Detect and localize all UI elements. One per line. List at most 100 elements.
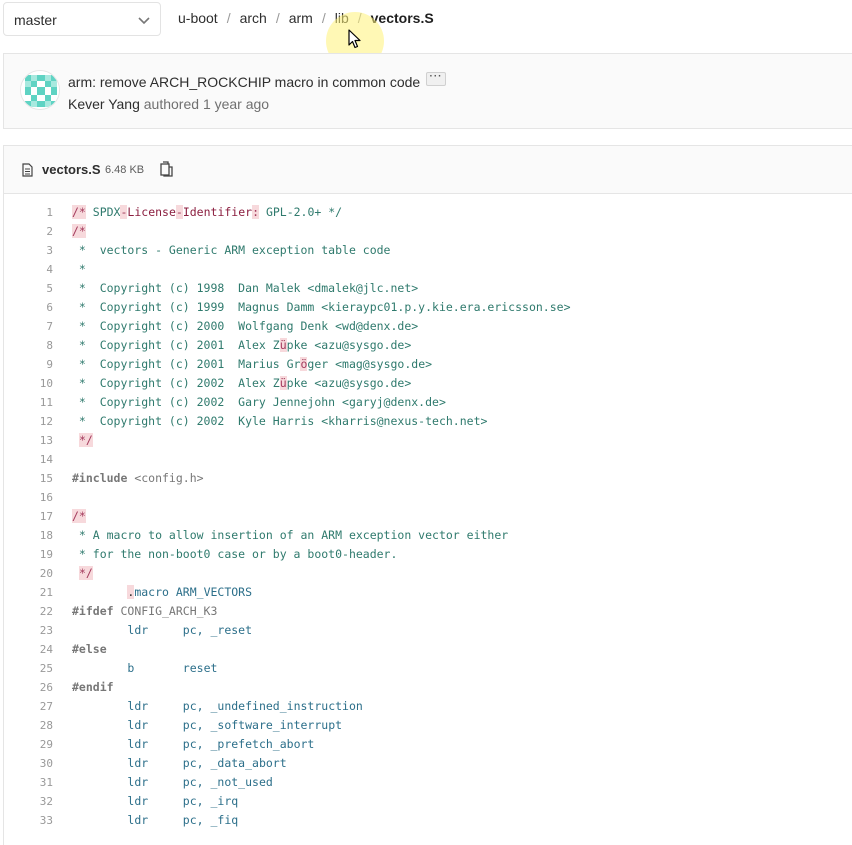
line-number[interactable]: 25 [4,659,53,678]
code-text: /* SPDX-License-Identifier: GPL-2.0+ */ [72,205,343,219]
breadcrumb-separator: / [321,10,326,26]
code-line: 26 #endif [4,678,852,697]
line-number[interactable]: 3 [4,241,53,260]
code-line: 15 #include <config.h> [4,469,852,488]
copy-icon[interactable] [160,161,173,177]
commit-title[interactable]: arm: remove ARCH_ROCKCHIP macro in commo… [68,74,420,90]
code-line: 31 ldr pc, _not_used [4,773,852,792]
line-number[interactable]: 17 [4,507,53,526]
code-line: 21 .macro ARM_VECTORS [4,583,852,602]
code-line: 14 [4,450,852,469]
line-number[interactable]: 10 [4,374,53,393]
breadcrumb-current-file: vectors.S [370,10,434,26]
line-number[interactable]: 28 [4,716,53,735]
commit-more-button[interactable]: ··· [426,72,446,86]
code-text: ldr pc, _software_interrupt [127,718,343,732]
code-text: * Copyright (c) 2001 Alex Züpke <azu@sys… [72,338,412,352]
code-text: * Copyright (c) 2002 Kyle Harris <kharri… [72,414,488,428]
line-number[interactable]: 9 [4,355,53,374]
code-line: 28 ldr pc, _software_interrupt [4,716,852,735]
line-number[interactable]: 31 [4,773,53,792]
cursor-icon [348,29,361,49]
code-line: 32 ldr pc, _irq [4,792,852,811]
code-text: * Copyright (c) 2002 Alex Züpke <azu@sys… [72,376,412,390]
code-text: * Copyright (c) 2001 Marius Gröger <mag@… [72,357,433,371]
code-line: 29 ldr pc, _prefetch_abort [4,735,852,754]
line-number[interactable]: 33 [4,811,53,830]
file-size: 6.48 KB [105,164,145,176]
line-number[interactable]: 18 [4,526,53,545]
branch-dropdown[interactable]: master [3,2,161,36]
code-line: 1 /* SPDX-License-Identifier: GPL-2.0+ */ [4,203,852,222]
code-line: 10 * Copyright (c) 2002 Alex Züpke <azu@… [4,374,852,393]
line-number[interactable]: 20 [4,564,53,583]
line-number[interactable]: 13 [4,431,53,450]
code-text: */ [78,433,93,447]
line-number[interactable]: 19 [4,545,53,564]
breadcrumb-separator: / [275,10,280,26]
line-number[interactable]: 30 [4,754,53,773]
file-name: vectors.S [42,162,101,177]
line-number[interactable]: 7 [4,317,53,336]
code-line: 9 * Copyright (c) 2001 Marius Gröger <ma… [4,355,852,374]
code-text: * Copyright (c) 1998 Dan Malek <dmalek@j… [72,281,419,295]
code-text: ldr pc, _prefetch_abort [127,737,315,751]
code-line: 11 * Copyright (c) 2002 Gary Jennejohn <… [4,393,852,412]
code-line: 13 */ [4,431,852,450]
line-number[interactable]: 27 [4,697,53,716]
code-text: * [72,262,86,276]
line-number[interactable]: 23 [4,621,53,640]
code-text: * A macro to allow insertion of an ARM e… [72,528,509,542]
code-line: 24 #else [4,640,852,659]
line-number[interactable]: 29 [4,735,53,754]
code-line: 4 * [4,260,852,279]
code-text: * Copyright (c) 1999 Magnus Damm <kieray… [72,300,571,314]
code-text: ldr pc, _reset [127,623,253,637]
breadcrumb-arch[interactable]: arch [240,10,267,26]
commit-author[interactable]: Kever Yang [68,96,140,112]
line-number[interactable]: 16 [4,488,53,507]
code-line: 3 * vectors - Generic ARM exception tabl… [4,241,852,260]
line-number[interactable]: 8 [4,336,53,355]
line-number[interactable]: 11 [4,393,53,412]
line-number[interactable]: 15 [4,469,53,488]
code-text: * for the non-boot0 case or by a boot0-h… [72,547,398,561]
code-text: .macro ARM_VECTORS [127,585,253,599]
breadcrumb-u-boot[interactable]: u-boot [178,10,218,26]
code-text: #include <config.h> [72,471,204,485]
last-commit-panel: arm: remove ARCH_ROCKCHIP macro in commo… [3,53,852,129]
code-text: /* [72,224,86,238]
code-line: 6 * Copyright (c) 1999 Magnus Damm <kier… [4,298,852,317]
file-header: vectors.S 6.48 KB [4,146,852,194]
line-number[interactable]: 26 [4,678,53,697]
line-number[interactable]: 6 [4,298,53,317]
breadcrumb-arm[interactable]: arm [289,10,313,26]
commit-action: authored [143,96,200,112]
code-line: 23 ldr pc, _reset [4,621,852,640]
line-number[interactable]: 14 [4,450,53,469]
line-number[interactable]: 24 [4,640,53,659]
code-line: 2 /* [4,222,852,241]
code-line: 18 * A macro to allow insertion of an AR… [4,526,852,545]
code-line: 20 */ [4,564,852,583]
code-text: #else [72,642,107,656]
line-number[interactable]: 21 [4,583,53,602]
code-viewer: 1 /* SPDX-License-Identifier: GPL-2.0+ */… [4,203,852,830]
line-number[interactable]: 2 [4,222,53,241]
line-number[interactable]: 1 [4,203,53,222]
line-number[interactable]: 12 [4,412,53,431]
line-number[interactable]: 22 [4,602,53,621]
avatar[interactable] [20,70,60,110]
breadcrumb: u-boot / arch / arm / lib / vectors.S [178,10,434,26]
branch-label: master [14,12,57,28]
code-text: */ [78,566,93,580]
code-line: 19 * for the non-boot0 case or by a boot… [4,545,852,564]
code-line: 7 * Copyright (c) 2000 Wolfgang Denk <wd… [4,317,852,336]
identicon-icon [21,71,59,109]
code-line: 5 * Copyright (c) 1998 Dan Malek <dmalek… [4,279,852,298]
line-number[interactable]: 5 [4,279,53,298]
code-text: ldr pc, _irq [127,794,239,808]
line-number[interactable]: 32 [4,792,53,811]
line-number[interactable]: 4 [4,260,53,279]
code-line: 17 /* [4,507,852,526]
